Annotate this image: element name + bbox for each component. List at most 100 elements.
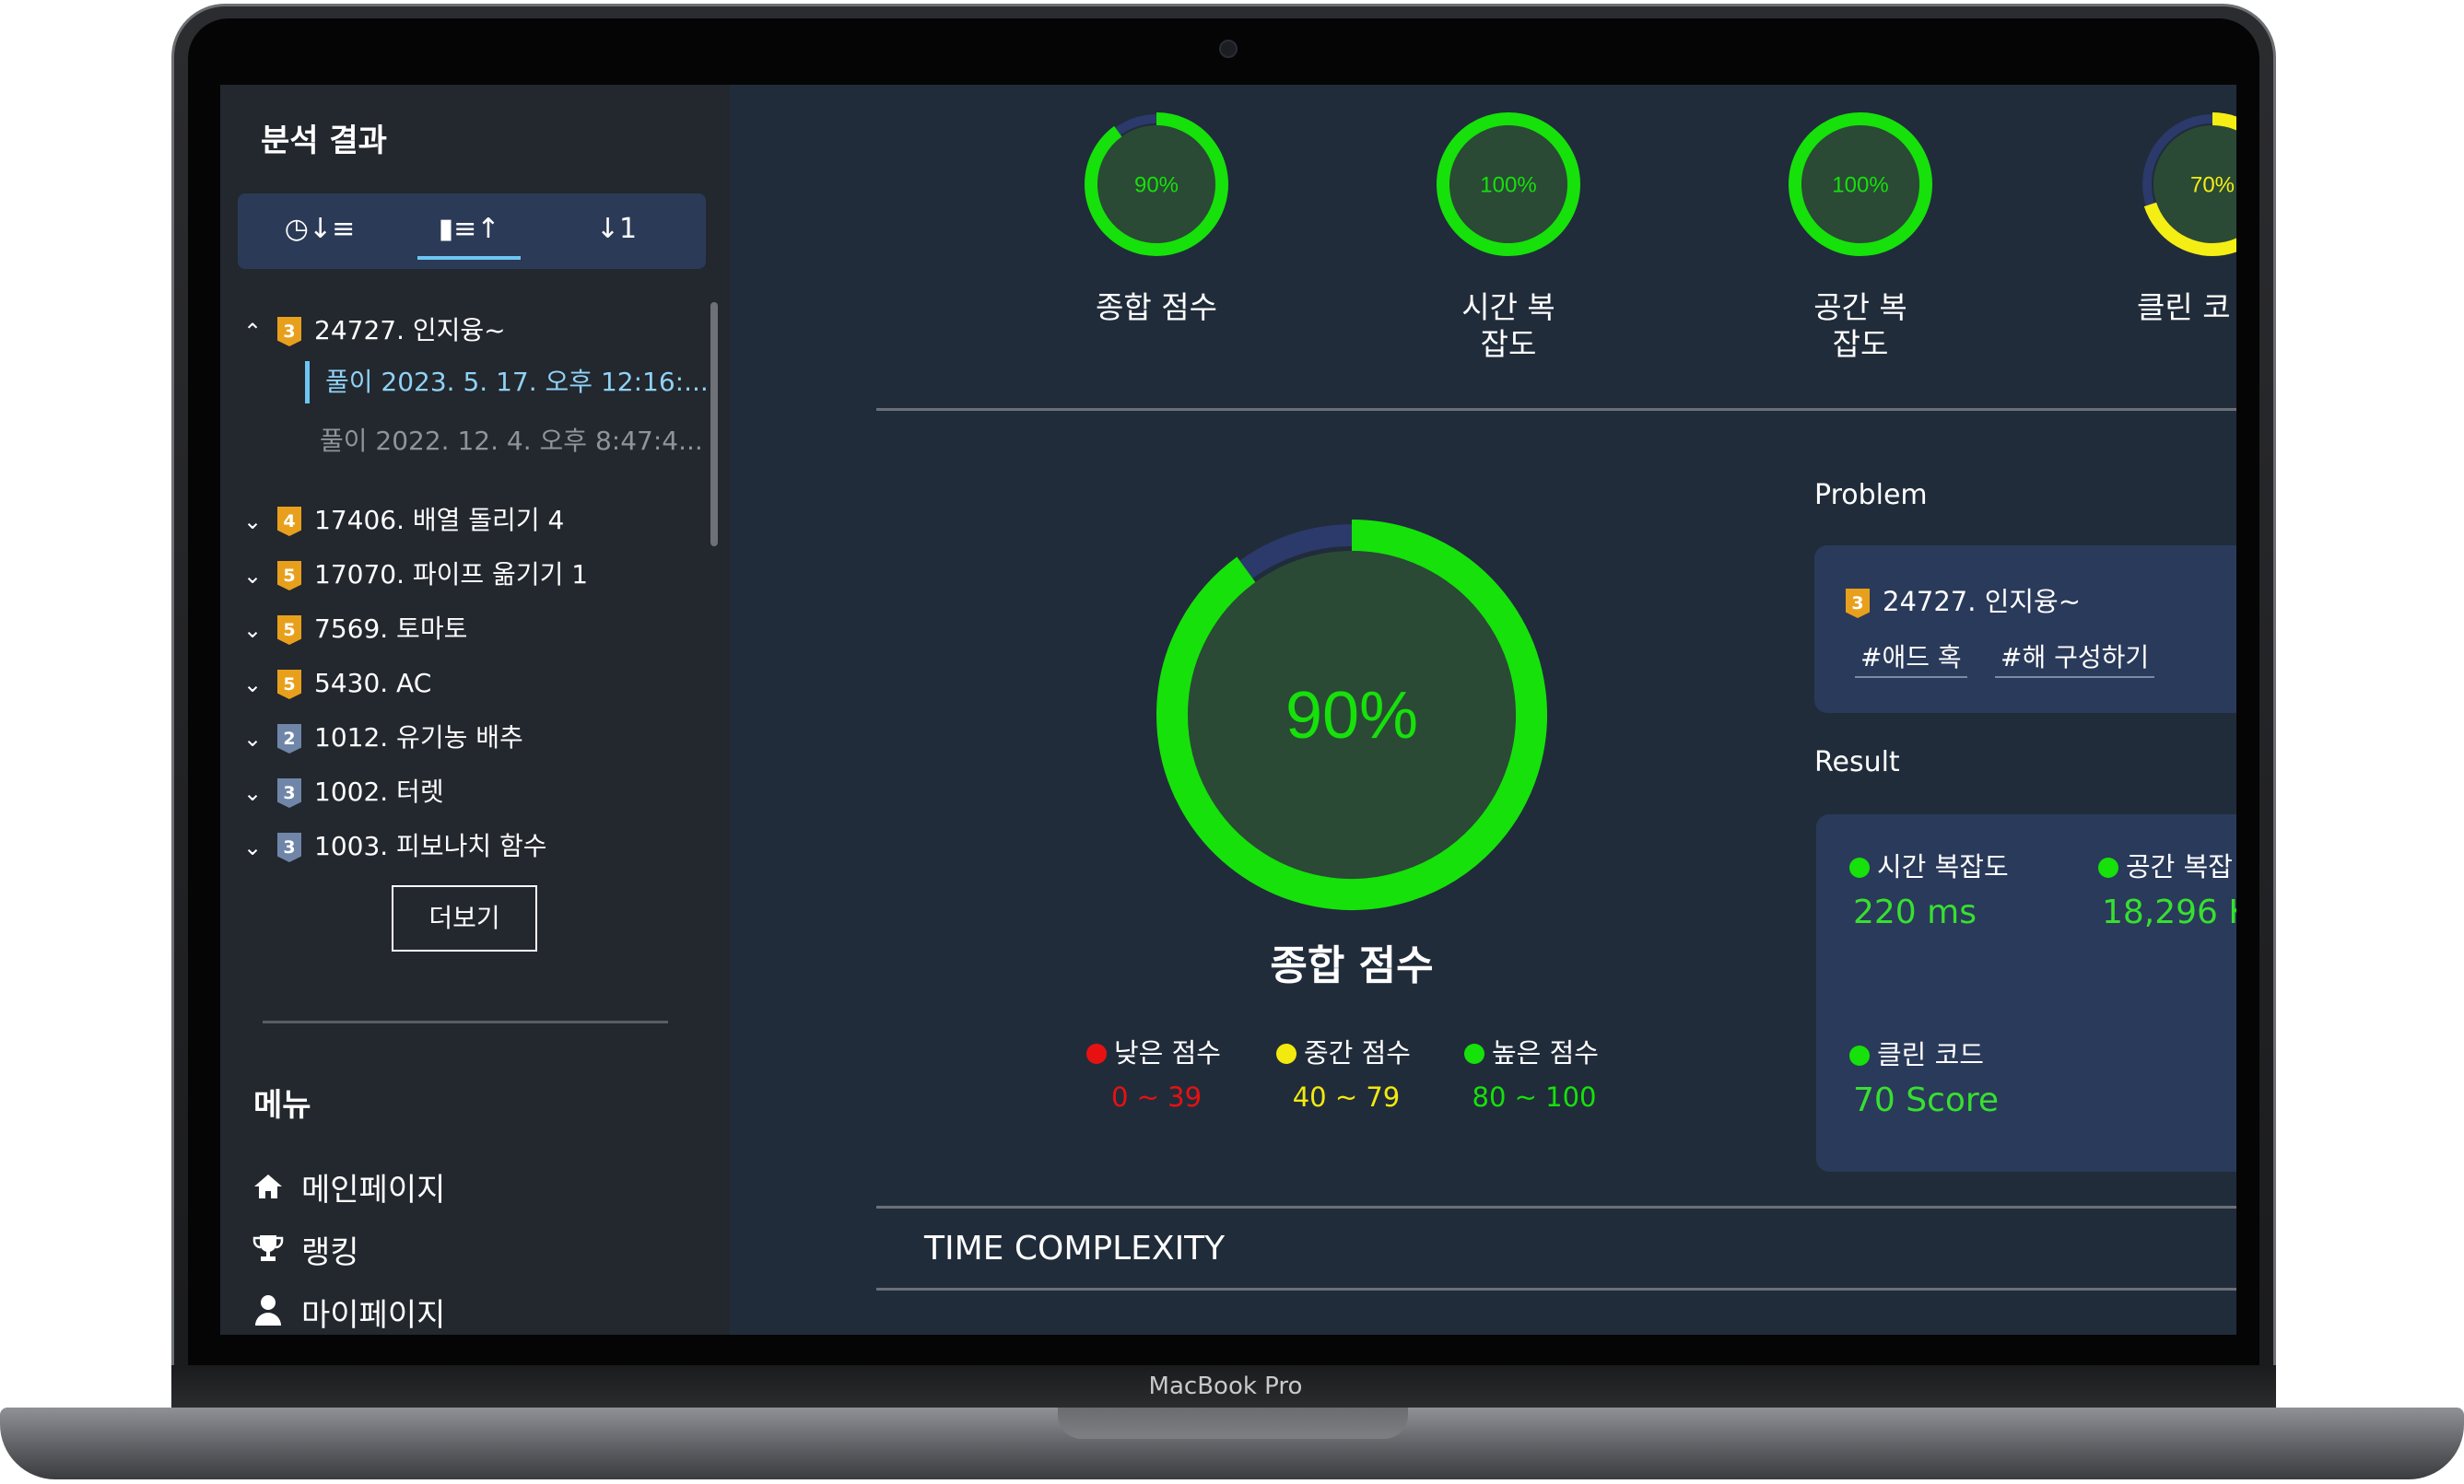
menu-item-ranking[interactable]: 랭킹 xyxy=(250,1225,359,1280)
problem-label: 5430. AC xyxy=(314,668,432,698)
overall-ring-graphic: 90% xyxy=(1156,520,1547,910)
green-dot-icon xyxy=(1849,858,1870,878)
score-card-time: 100% xyxy=(1435,111,1582,262)
tier-sort-icon[interactable]: ▮≡↑ xyxy=(418,206,520,256)
legend-mid: 중간 점수 xyxy=(1276,1032,1411,1069)
menu-title: 메뉴 xyxy=(253,1087,311,1124)
legend-label: 중간 점수 xyxy=(1304,1037,1411,1069)
score-card-space: 100% xyxy=(1787,111,1934,262)
tier-badge: 5 xyxy=(277,561,301,590)
menu-item-label: 랭킹 xyxy=(301,1234,359,1271)
problem-card[interactable]: 3 24727. 인지융~ #애드 혹 #해 구성하기 xyxy=(1814,545,2236,713)
ring-value-text: 90% xyxy=(1134,172,1179,197)
chevron-down-icon: ⌄ xyxy=(242,672,263,697)
score-label: 공간 복잡도 xyxy=(1813,289,1907,362)
problem-item[interactable]: ⌄ 5 7569. 토마토 xyxy=(239,604,467,654)
active-submission-bar xyxy=(305,361,310,403)
score-label: 클린 코 xyxy=(2137,289,2231,325)
score-ring: 90% xyxy=(1085,112,1228,256)
menu-item-label: 메인페이지 xyxy=(301,1172,446,1209)
score-card-overall: 90% xyxy=(1083,111,1230,262)
tier-badge: 3 xyxy=(1846,589,1870,618)
sidebar-divider xyxy=(263,1021,668,1023)
legend-label: 높은 점수 xyxy=(1492,1037,1599,1069)
result-label: 공간 복잡 xyxy=(2126,851,2233,882)
score-ring: 100% xyxy=(1437,112,1580,256)
chevron-down-icon: ⌄ xyxy=(242,563,263,589)
ring-value-text: 70% xyxy=(2190,172,2235,197)
submission-item-active[interactable]: 풀이 2023. 5. 17. 오후 12:16:... xyxy=(325,359,709,405)
sidebar: 분석 결과 ◷↓≡ ▮≡↑ ↓1 ⌃ 3 24727. 인지융~ 풀이 2023. … xyxy=(220,85,730,1335)
problem-item[interactable]: ⌄ 5 17070. 파이프 옮기기 1 xyxy=(239,550,588,600)
divider xyxy=(876,1206,2236,1209)
problem-label: 7569. 토마토 xyxy=(314,613,468,644)
result-label-time: 시간 복잡도 xyxy=(1849,846,2009,884)
more-button[interactable]: 더보기 xyxy=(392,885,537,952)
tier-badge: 3 xyxy=(277,317,301,346)
score-ring: 70% xyxy=(2142,112,2236,256)
problem-label: 1003. 피보나치 함수 xyxy=(314,831,547,861)
menu-item-main[interactable]: 메인페이지 xyxy=(250,1163,445,1218)
green-dot-icon xyxy=(1464,1044,1484,1064)
problem-item[interactable]: ⌄ 4 17406. 배열 돌리기 4 xyxy=(239,496,564,545)
problem-title: 24727. 인지융~ xyxy=(1883,586,2082,617)
chevron-down-icon: ⌄ xyxy=(242,508,263,534)
problem-label: 24727. 인지융~ xyxy=(314,315,506,345)
problem-label: 1002. 터렛 xyxy=(314,777,444,807)
chevron-down-icon: ⌄ xyxy=(242,726,263,752)
number-sort-icon[interactable]: ↓1 xyxy=(566,206,667,256)
home-icon xyxy=(250,1163,287,1218)
result-card: 시간 복잡도 220 ms 공간 복잡 18,296 Kl 클린 코드 70 S… xyxy=(1816,814,2236,1172)
overall-score-ring: 90% xyxy=(1155,518,1549,916)
problem-item[interactable]: ⌄ 3 1002. 터렛 xyxy=(239,767,444,817)
problem-tag[interactable]: #애드 혹 xyxy=(1855,637,1967,678)
time-complexity-title: TIME COMPLEXITY xyxy=(924,1230,1226,1268)
ring-value-text: 90% xyxy=(1285,679,1418,753)
ring-value-text: 100% xyxy=(1480,172,1536,197)
legend-label: 낮은 점수 xyxy=(1114,1037,1221,1069)
result-label: 클린 코드 xyxy=(1877,1039,1984,1070)
divider xyxy=(876,408,2236,411)
ring-value-text: 100% xyxy=(1832,172,1888,197)
problem-section-title: Problem xyxy=(1814,479,1928,511)
submission-item[interactable]: 풀이 2022. 12. 4. 오후 8:47:4... xyxy=(320,418,703,464)
legend-range: 0 ~ 39 xyxy=(1110,1081,1203,1113)
tier-badge: 5 xyxy=(277,615,301,645)
score-label: 종합 점수 xyxy=(1096,289,1217,325)
legend-high: 높은 점수 xyxy=(1464,1032,1599,1069)
menu-item-label: 마이페이지 xyxy=(301,1297,446,1334)
yellow-dot-icon xyxy=(1276,1044,1297,1064)
green-dot-icon xyxy=(2098,858,2118,878)
chevron-down-icon: ⌄ xyxy=(242,780,263,806)
result-value-clean: 70 Score xyxy=(1853,1081,2000,1119)
chevron-up-icon: ⌃ xyxy=(242,319,263,345)
legend-low: 낮은 점수 xyxy=(1086,1032,1221,1069)
result-section-title: Result xyxy=(1814,746,1900,778)
problem-item[interactable]: ⌄ 5 5430. AC xyxy=(239,659,431,708)
chevron-down-icon: ⌄ xyxy=(242,835,263,860)
trophy-icon xyxy=(250,1225,287,1280)
sidebar-title: 분석 결과 xyxy=(261,123,387,159)
app-screen: 분석 결과 ◷↓≡ ▮≡↑ ↓1 ⌃ 3 24727. 인지융~ 풀이 2023. … xyxy=(220,85,2236,1335)
sidebar-scrollbar[interactable] xyxy=(710,302,718,546)
problem-item[interactable]: ⌃ 3 24727. 인지융~ xyxy=(239,306,506,356)
device-brand: MacBook Pro xyxy=(1148,1373,1303,1400)
problem-item[interactable]: ⌄ 2 1012. 유기농 배추 xyxy=(239,713,523,763)
clock-sort-icon[interactable]: ◷↓≡ xyxy=(269,206,370,256)
problem-item[interactable]: ⌄ 3 1003. 피보나치 함수 xyxy=(239,822,547,871)
tier-badge: 4 xyxy=(277,507,301,536)
problem-tag[interactable]: #해 구성하기 xyxy=(1995,637,2155,678)
sort-bar: ◷↓≡ ▮≡↑ ↓1 xyxy=(238,193,706,269)
active-sort-indicator xyxy=(417,256,521,260)
user-icon xyxy=(250,1288,287,1335)
result-label-space: 공간 복잡 xyxy=(2098,846,2233,884)
score-card-clean: 70% xyxy=(2139,111,2236,262)
legend-range: 80 ~ 100 xyxy=(1472,1081,1597,1113)
menu-item-mypage[interactable]: 마이페이지 xyxy=(250,1288,445,1335)
score-label: 시간 복잡도 xyxy=(1461,289,1555,362)
score-ring: 100% xyxy=(1789,112,1932,256)
green-dot-icon xyxy=(1849,1046,1870,1066)
problem-label: 17406. 배열 돌리기 4 xyxy=(314,505,565,535)
tier-badge: 5 xyxy=(277,670,301,699)
problem-card-title: 3 24727. 인지융~ xyxy=(1846,580,2081,619)
